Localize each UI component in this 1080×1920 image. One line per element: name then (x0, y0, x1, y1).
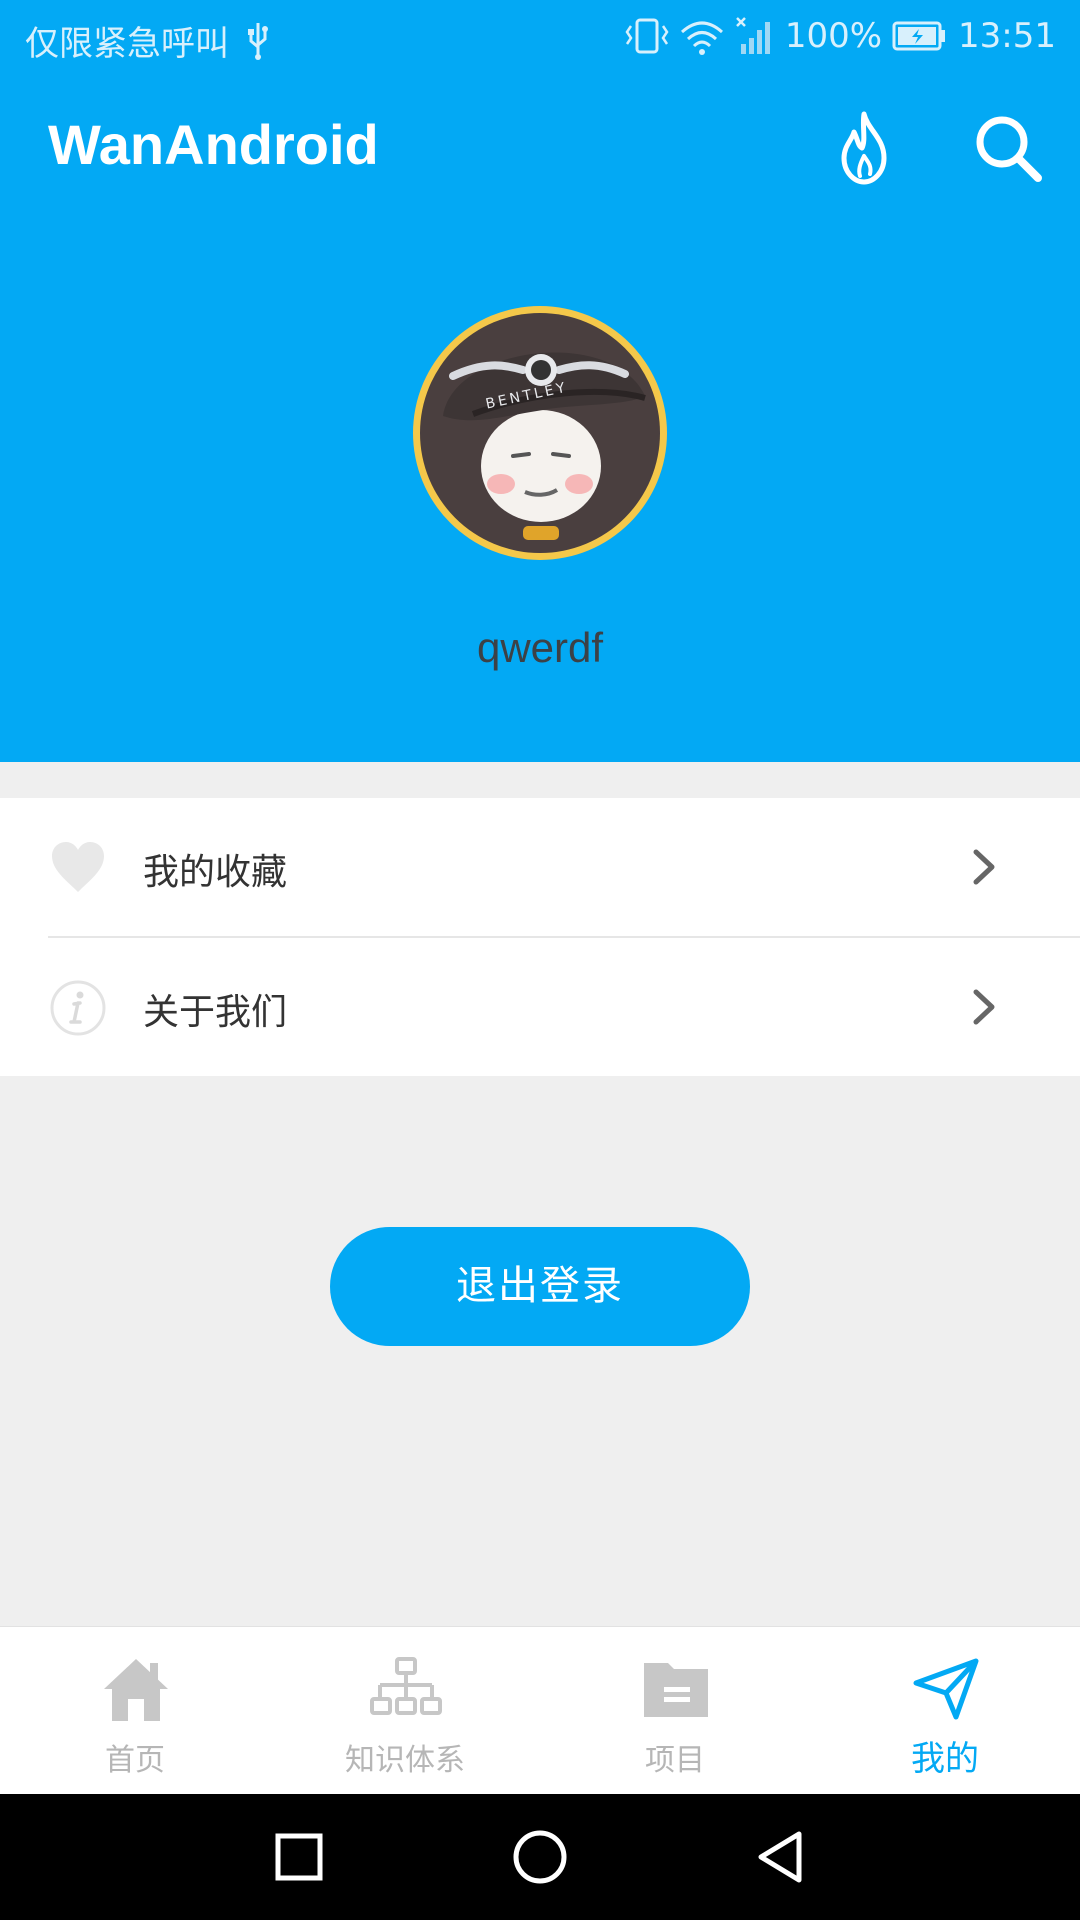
back-triangle-icon[interactable] (745, 1822, 815, 1892)
battery-icon (892, 21, 946, 51)
heart-icon (52, 842, 104, 892)
chevron-right-icon (973, 989, 995, 1025)
nav-label: 我的 (911, 1739, 979, 1779)
nav-item-projects[interactable]: 项目 (540, 1627, 810, 1795)
battery-percent: 100% (784, 16, 883, 56)
recents-icon[interactable] (264, 1822, 334, 1892)
menu-list: 我的收藏 关于我们 (0, 798, 1080, 1076)
usb-icon (248, 22, 268, 60)
profile-header: BENTLEY qwerdf (0, 224, 1080, 762)
folder-icon (644, 1663, 708, 1717)
status-right: 100% 13:51 (625, 16, 1056, 56)
nav-label: 首页 (105, 1743, 165, 1778)
bottom-navigation: 首页 知识体系 项目 我的 (0, 1626, 1080, 1795)
menu-item-about[interactable]: 关于我们 (0, 938, 1080, 1076)
logout-button[interactable]: 退出登录 (330, 1227, 750, 1346)
home-circle-icon[interactable] (505, 1822, 575, 1892)
clock: 13:51 (958, 16, 1056, 56)
hierarchy-icon (370, 1657, 442, 1715)
avatar[interactable]: BENTLEY (413, 306, 667, 560)
chevron-right-icon (973, 849, 995, 885)
menu-item-favorites[interactable]: 我的收藏 (0, 798, 1080, 938)
system-navigation-bar (0, 1794, 1080, 1920)
nav-label: 项目 (645, 1743, 705, 1778)
search-button[interactable] (968, 108, 1048, 188)
status-left: 仅限紧急呼叫 (25, 16, 273, 65)
nav-item-home[interactable]: 首页 (0, 1627, 270, 1795)
hot-button[interactable] (824, 108, 904, 188)
home-icon (104, 1659, 168, 1721)
send-icon (913, 1658, 979, 1720)
username: qwerdf (476, 624, 604, 671)
wifi-icon (680, 21, 723, 55)
nav-item-knowledge[interactable]: 知识体系 (270, 1627, 540, 1795)
nav-item-mine[interactable]: 我的 (810, 1627, 1080, 1795)
menu-item-label: 关于我们 (143, 992, 288, 1033)
nav-label: 知识体系 (345, 1743, 465, 1778)
info-icon (50, 980, 106, 1036)
avatar-image (420, 313, 660, 553)
search-icon (976, 116, 1042, 182)
menu-item-label: 我的收藏 (143, 852, 288, 893)
vibrate-icon (625, 18, 669, 54)
carrier-text: 仅限紧急呼叫 (25, 24, 229, 64)
fire-icon (841, 111, 887, 185)
signal-icon (735, 17, 770, 54)
status-bar: 仅限紧急呼叫 100% 13:51 (0, 0, 1080, 74)
app-title: WanAndroid (48, 113, 379, 176)
toolbar: WanAndroid (0, 74, 1080, 224)
